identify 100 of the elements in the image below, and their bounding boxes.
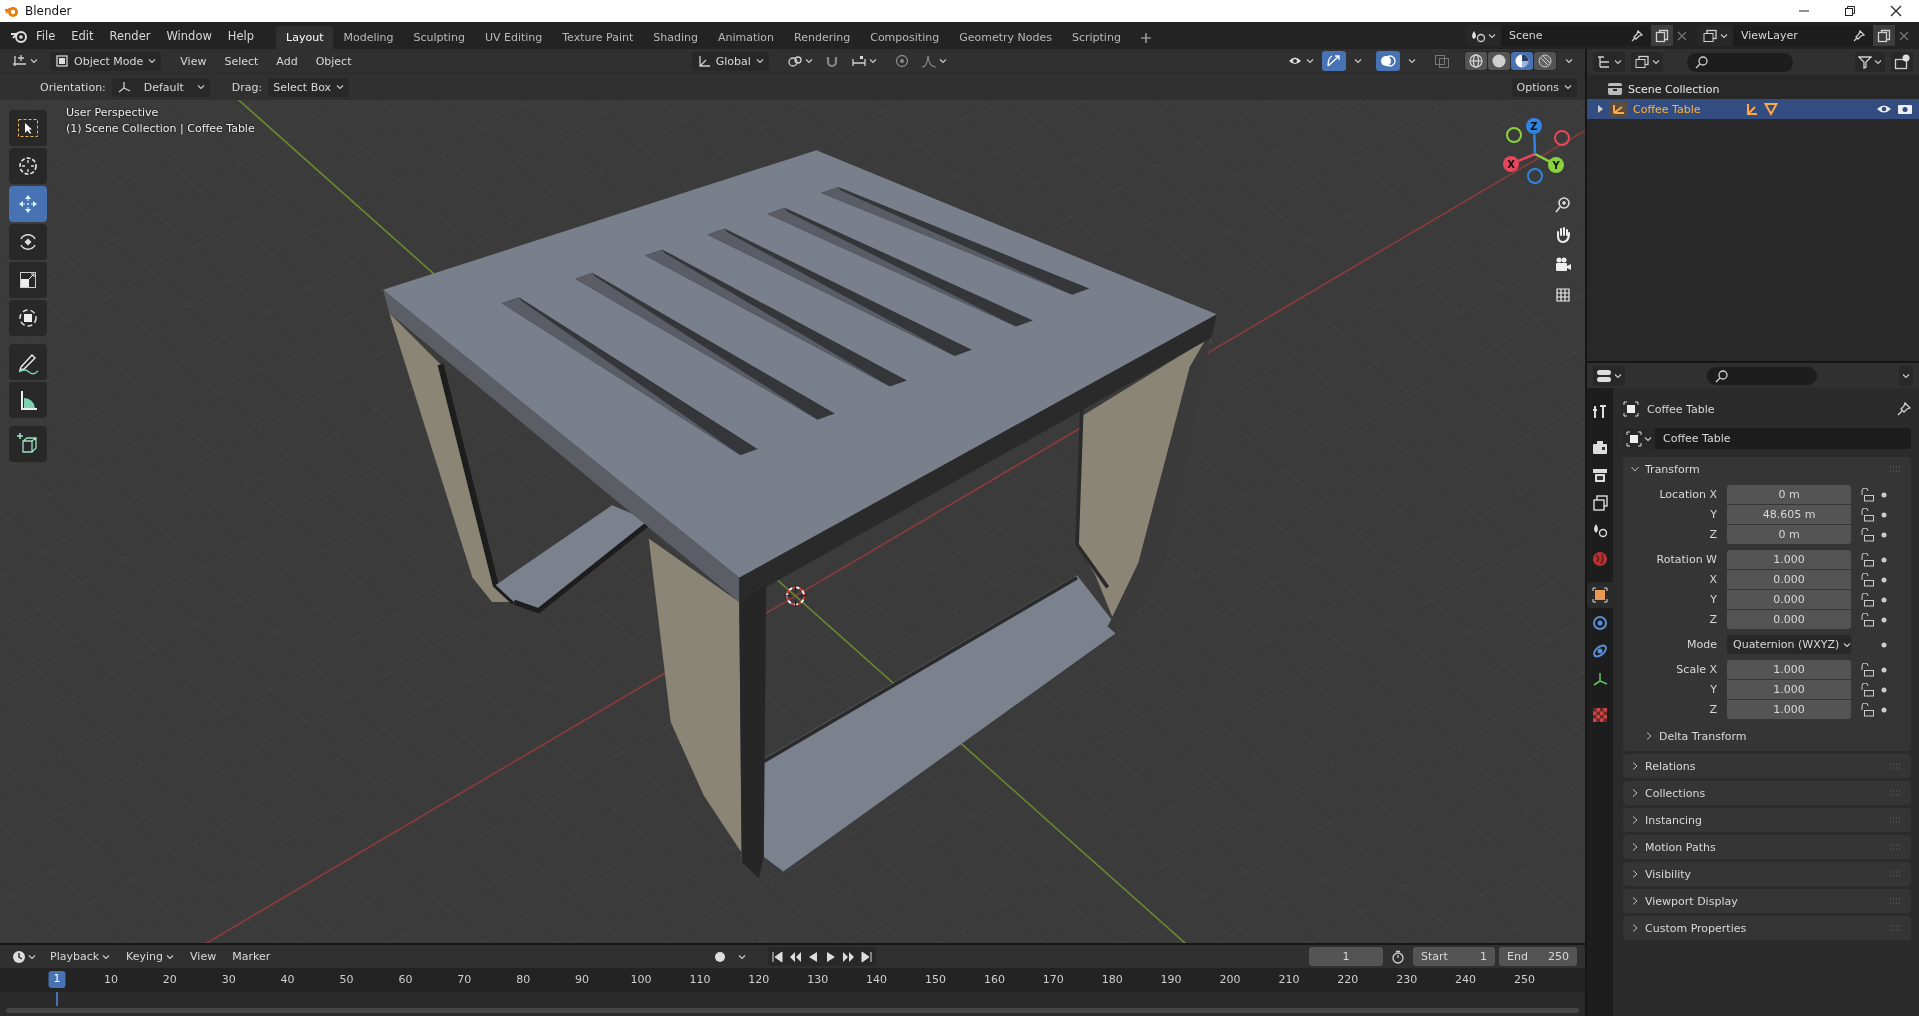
- shading-button[interactable]: [1465, 52, 1487, 70]
- workspace-tab[interactable]: UV Editing: [474, 26, 553, 49]
- subpanel-header[interactable]: Delta Transform: [1623, 725, 1747, 747]
- tool-button[interactable]: [9, 224, 47, 260]
- keyframe-dot-icon[interactable]: [1881, 491, 1887, 498]
- tool-button[interactable]: [9, 148, 47, 184]
- maximize-icon[interactable]: [1844, 5, 1856, 17]
- options-dropdown[interactable]: Options: [1511, 77, 1577, 97]
- search-field[interactable]: [1687, 52, 1793, 72]
- menu-item[interactable]: View: [173, 52, 214, 70]
- keyframe-dot-icon[interactable]: [1881, 686, 1887, 693]
- outliner-row[interactable]: Coffee Table: [1587, 99, 1919, 119]
- new-button[interactable]: [1651, 25, 1673, 46]
- display-mode-button[interactable]: [1593, 52, 1625, 72]
- number-field[interactable]: 0 m: [1727, 485, 1851, 504]
- number-field[interactable]: 1.000: [1727, 680, 1851, 699]
- mode-dropdown[interactable]: Quaternion (WXYZ): [1727, 635, 1851, 654]
- editor-type-button[interactable]: [1593, 365, 1625, 386]
- keyframe-dot-icon[interactable]: [1881, 616, 1887, 623]
- selector-type-button[interactable]: [1465, 25, 1501, 46]
- open-lock-icon[interactable]: [1859, 612, 1875, 627]
- view-layer-selector[interactable]: ViewLayer: [1733, 25, 1873, 46]
- coffee-table-drawing[interactable]: [383, 150, 1217, 879]
- search-field[interactable]: [1707, 366, 1817, 385]
- menu-item[interactable]: Playback: [44, 948, 117, 965]
- menu-item[interactable]: Edit: [63, 25, 102, 46]
- menu-item[interactable]: View: [184, 948, 223, 965]
- open-lock-icon[interactable]: [1859, 572, 1875, 587]
- gizmo-toggle[interactable]: [1322, 51, 1346, 71]
- tool-button[interactable]: [9, 300, 47, 336]
- grip-icon[interactable]: [1889, 843, 1903, 851]
- tool-button[interactable]: [9, 344, 47, 380]
- selector-type-button[interactable]: [1697, 25, 1733, 46]
- grip-icon[interactable]: [1889, 789, 1903, 797]
- panel-header[interactable]: Custom Properties: [1623, 916, 1911, 940]
- keyframe-dot-icon[interactable]: [1881, 641, 1887, 648]
- number-field[interactable]: 0.000: [1727, 610, 1851, 629]
- keyframe-dot-icon[interactable]: [1881, 596, 1887, 603]
- open-lock-icon[interactable]: [1859, 527, 1875, 542]
- grip-icon[interactable]: [1889, 924, 1903, 932]
- filter-layers-button[interactable]: [1631, 52, 1663, 72]
- keyframe-dot-icon[interactable]: [1881, 706, 1887, 713]
- keyframe-dot-icon[interactable]: [1881, 531, 1887, 538]
- name-field[interactable]: Coffee Table: [1655, 428, 1911, 449]
- tool-button[interactable]: [9, 262, 47, 298]
- menu-item[interactable]: Select: [217, 52, 266, 70]
- number-field[interactable]: 0.000: [1727, 590, 1851, 609]
- tool-button[interactable]: [9, 426, 47, 462]
- start-frame-field[interactable]: Start 1: [1413, 947, 1495, 966]
- tool-button[interactable]: [9, 110, 47, 146]
- menu-item[interactable]: Help: [219, 25, 263, 46]
- panel-header[interactable]: Visibility: [1623, 862, 1911, 886]
- panel-header[interactable]: Transform: [1623, 457, 1911, 481]
- panel-header[interactable]: Instancing: [1623, 808, 1911, 832]
- current-frame-field[interactable]: 1: [1309, 947, 1383, 966]
- end-frame-field[interactable]: End 250: [1499, 947, 1577, 966]
- filter-button[interactable]: [1855, 52, 1885, 72]
- shading-button[interactable]: [1534, 52, 1556, 70]
- workspace-tab[interactable]: Animation: [707, 26, 785, 49]
- menu-item[interactable]: File: [28, 25, 64, 46]
- keyframe-dot-icon[interactable]: [1881, 556, 1887, 563]
- workspace-tab[interactable]: Sculpting: [403, 26, 475, 49]
- mode-dropdown[interactable]: Object Mode: [50, 51, 162, 71]
- menu-item[interactable]: Object: [308, 52, 359, 70]
- menu-item[interactable]: Marker: [226, 948, 277, 965]
- workspace-tab[interactable]: Shading: [643, 26, 708, 49]
- open-lock-icon[interactable]: [1859, 507, 1875, 522]
- scene-selector[interactable]: Scene: [1501, 25, 1651, 46]
- axis-handle[interactable]: Y: [1548, 157, 1564, 173]
- workspace-tab[interactable]: Rendering: [784, 26, 861, 49]
- open-lock-icon[interactable]: [1859, 552, 1875, 567]
- tool-button[interactable]: [9, 382, 47, 418]
- axis-handle[interactable]: Z: [1526, 118, 1542, 134]
- open-lock-icon[interactable]: [1859, 682, 1875, 697]
- axis-ball[interactable]: [1554, 130, 1570, 146]
- grip-icon[interactable]: [1889, 762, 1903, 770]
- number-field[interactable]: 0 m: [1727, 525, 1851, 544]
- orientation-dropdown[interactable]: Global: [691, 51, 769, 71]
- panel-header[interactable]: Motion Paths: [1623, 835, 1911, 859]
- grip-icon[interactable]: [1889, 465, 1903, 473]
- grip-icon[interactable]: [1889, 897, 1903, 905]
- grip-icon[interactable]: [1889, 816, 1903, 824]
- keyframe-dot-icon[interactable]: [1881, 666, 1887, 673]
- panel-header[interactable]: Collections: [1623, 781, 1911, 805]
- workspace-tab[interactable]: Texture Paint: [552, 26, 644, 49]
- workspace-tab[interactable]: Geometry Nodes: [949, 26, 1062, 49]
- open-lock-icon[interactable]: [1859, 662, 1875, 677]
- workspace-tab[interactable]: Layout: [276, 26, 334, 49]
- keyframe-dot-icon[interactable]: [1881, 511, 1887, 518]
- new-collection-button[interactable]: [1891, 52, 1913, 72]
- shading-button[interactable]: [1488, 52, 1510, 70]
- orientation-dropdown[interactable]: Default: [111, 77, 210, 97]
- number-field[interactable]: 1.000: [1727, 660, 1851, 679]
- options-button[interactable]: [1899, 365, 1913, 386]
- grip-icon[interactable]: [1889, 870, 1903, 878]
- camera-icon[interactable]: [1897, 103, 1913, 115]
- axis-ball[interactable]: [1527, 168, 1543, 184]
- panel-header[interactable]: Relations: [1623, 754, 1911, 778]
- workspace-tab[interactable]: Scripting: [1061, 26, 1131, 49]
- menu-item[interactable]: Add: [269, 52, 305, 70]
